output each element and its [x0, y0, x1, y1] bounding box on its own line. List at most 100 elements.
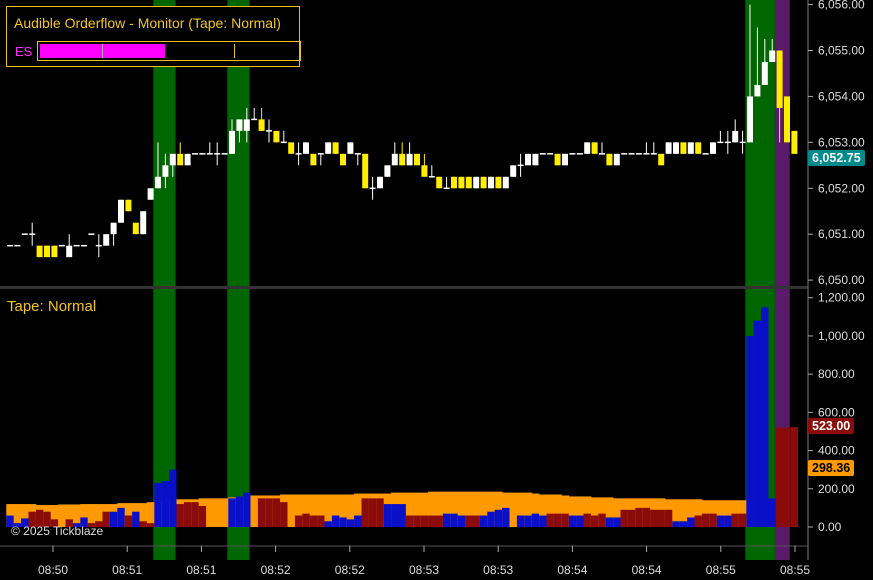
candle-down — [51, 245, 58, 258]
volume-buy-bar — [457, 515, 466, 527]
volume-buy-bar — [398, 504, 406, 527]
volume-sell-bar — [701, 513, 710, 527]
candle-down — [44, 245, 50, 258]
last-price-tag: 6,052.75 — [808, 150, 865, 166]
candle-up — [769, 50, 776, 62]
candle-down — [177, 153, 184, 166]
volume-buy-bar — [531, 513, 540, 527]
volume-buy-bar — [324, 521, 332, 527]
volume-buy-bar — [487, 511, 495, 527]
candle-up — [710, 142, 716, 154]
candle-up — [88, 233, 95, 235]
volume-buy-bar — [132, 511, 140, 527]
time-tick-label: 08:55 — [706, 563, 736, 577]
price-tick-label: 6,056.00 — [818, 0, 865, 12]
time-tick-label: 08:51 — [112, 563, 142, 577]
volume-sell-bar — [731, 513, 739, 527]
volume-sell-bar — [294, 515, 303, 527]
candle-down — [680, 142, 687, 154]
candle-up — [369, 187, 376, 190]
monitor-marker-2 — [234, 44, 235, 58]
volume-buy-bar — [761, 307, 769, 527]
volume-buy-bar — [117, 507, 125, 527]
volume-buy-bar — [753, 320, 762, 527]
candle-up — [147, 188, 154, 200]
volume-buy-bar — [679, 521, 688, 527]
candle-up — [761, 61, 768, 85]
price-tick-label: 6,053.00 — [818, 135, 865, 149]
volume-buy-bar — [161, 481, 170, 527]
volume-average-tag: 298.36 — [808, 460, 855, 476]
candle-up — [21, 233, 28, 235]
candle-up — [280, 141, 287, 144]
volume-sell-bar — [775, 427, 784, 527]
chart-canvas[interactable]: 6,056.00 6,055.00 6,054.00 6,053.00 6,052.00… — [0, 0, 873, 580]
time-tick-label: 08:55 — [780, 563, 810, 577]
candle-down — [791, 130, 798, 154]
candle-up — [103, 234, 110, 246]
volume-buy-bar — [539, 515, 547, 527]
price-tick-label: 6,052.00 — [818, 181, 865, 195]
candle-up — [488, 176, 494, 189]
volume-buy-bar — [746, 335, 754, 527]
volume-sell-bar — [302, 513, 310, 527]
time-tick-label: 08:51 — [186, 563, 216, 577]
volume-buy-bar — [235, 496, 244, 527]
candle-down — [776, 50, 783, 108]
volume-sell-bar — [472, 515, 480, 527]
volume-sell-bar — [709, 513, 717, 527]
volume-sell-bar — [650, 509, 658, 527]
price-tick-label: 6,051.00 — [818, 227, 865, 241]
candle-down — [480, 176, 487, 189]
volume-sell-bar — [191, 502, 199, 527]
candle-up — [214, 153, 221, 155]
candle-up — [58, 244, 65, 247]
tape-pane-label: Tape: Normal — [7, 298, 97, 315]
volume-buy-bar — [331, 515, 340, 527]
candle-up — [569, 153, 576, 155]
candle-down — [340, 153, 346, 166]
volume-buy-bar — [391, 504, 399, 527]
candle-up — [739, 141, 746, 144]
volume-sell-bar — [198, 505, 207, 527]
volume-sell-bar — [146, 523, 155, 527]
volume-sell-bar — [435, 515, 443, 527]
volume-buy-bar — [768, 498, 776, 527]
candle-down — [554, 153, 561, 166]
volume-high-tag: 523.00 — [808, 418, 855, 434]
volume-buy-bar — [672, 521, 680, 527]
candle-up — [199, 153, 206, 155]
volume-sell-bar — [265, 498, 273, 527]
volume-buy-bar — [109, 511, 118, 527]
candle-up — [236, 119, 243, 131]
candle-up — [724, 141, 731, 144]
candle-down — [310, 153, 317, 166]
candle-up — [184, 153, 191, 166]
volume-sell-bar — [553, 513, 562, 527]
candle-up — [229, 130, 235, 154]
candle-up — [251, 118, 258, 121]
candle-down — [399, 153, 406, 166]
volume-sell-bar — [428, 515, 436, 527]
candle-up — [665, 142, 672, 154]
candle-up — [391, 153, 398, 166]
volume-sell-bar — [790, 427, 799, 527]
orderflow-monitor-panel: Audible Orderflow - Monitor (Tape: Norma… — [6, 6, 301, 67]
volume-sell-bar — [561, 513, 569, 527]
monitor-title: Audible Orderflow - Monitor (Tape: Norma… — [14, 15, 281, 31]
volume-sell-bar — [657, 509, 665, 527]
candle-up — [140, 211, 147, 235]
candle-down — [436, 176, 443, 189]
candle-up — [584, 142, 591, 154]
volume-sell-bar — [694, 515, 702, 527]
candle-up — [517, 164, 524, 167]
candle-down — [658, 153, 665, 166]
candle-up — [118, 199, 124, 223]
volume-buy-bar — [576, 515, 584, 527]
volume-buy-bar — [346, 519, 355, 527]
volume-sell-bar — [783, 427, 791, 527]
candle-up — [243, 119, 250, 131]
candle-up — [95, 244, 102, 247]
candle-up — [354, 153, 361, 155]
time-tick-label: 08:53 — [483, 563, 513, 577]
